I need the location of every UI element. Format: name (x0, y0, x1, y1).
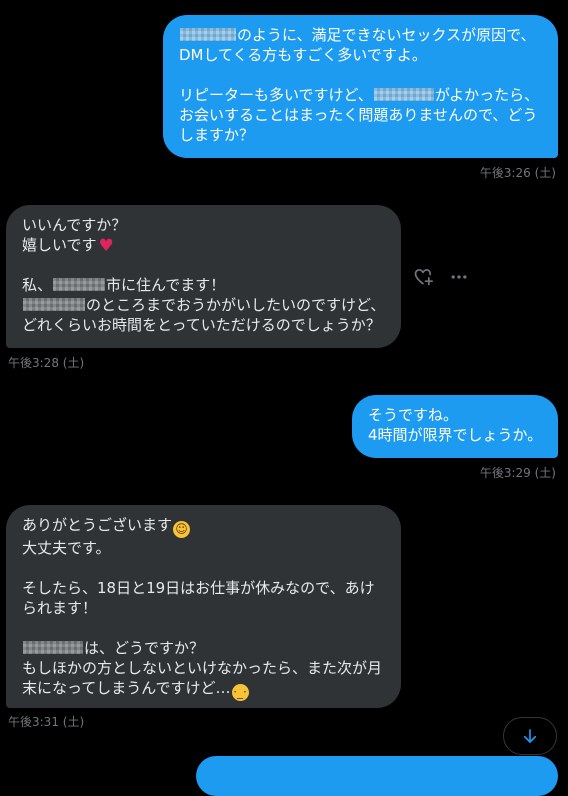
blush-emoji-icon: ☺ (173, 521, 191, 538)
message-line: 嬉しいです ♥ (22, 235, 385, 255)
message-line: ありがとうございます ☺ (22, 515, 385, 538)
message-bubble-sent[interactable]: そうですね。 4時間が限界でしょうか。 (352, 395, 558, 458)
message-text: DMしてくる方もすごく多いですよ。 (179, 46, 427, 64)
message-line: 末になってしまうんですけど… ·_· (22, 678, 385, 701)
heart-plus-icon[interactable] (411, 265, 435, 289)
message-timestamp: 午後3:29 (土) (479, 466, 556, 480)
message-bubble-received[interactable]: ありがとうございます ☺ 大丈夫です。 そしたら、18日と19日はお仕事が休みなので、… (6, 505, 401, 708)
message-text: がよかったら、 (434, 86, 540, 104)
message-text: しますか？ (179, 126, 255, 144)
message-line: しますか？ (179, 125, 542, 145)
message-text: リピーターも多いですけど、 (179, 86, 373, 104)
message-line: のところまでおうかがいしたいのですけど、 (22, 295, 385, 315)
message-line: そうですね。 (368, 405, 542, 425)
message-line: どれくらいお時間をとっていただけるのでしょうか？ (22, 315, 385, 335)
message-line: そしたら、18日と19日はお仕事が休みなので、あけ (22, 578, 385, 598)
message-text: 市に住んでます！ (106, 276, 226, 294)
message-line: られます！ (22, 598, 385, 618)
redacted-text (180, 28, 236, 41)
message-text: お会いすることはまったく問題ありませんので、どう (179, 106, 538, 124)
cry-emoji-icon: ·_· (231, 684, 249, 701)
message-text: は、どうですか？ (84, 639, 205, 657)
message-line: もしほかの方としないといけなかったら、また次が月 (22, 658, 385, 678)
message-line: リピーターも多いですけど、 がよかったら、 (179, 85, 542, 105)
message-line: DMしてくる方もすごく多いですよ。 (179, 45, 542, 65)
message-line: お会いすることはまったく問題ありませんので、どう (179, 105, 542, 125)
message-line (22, 618, 385, 638)
message-line: いいんですか？ (22, 215, 385, 235)
redacted-text (23, 298, 85, 311)
more-icon[interactable] (447, 265, 471, 289)
arrow-down-icon (523, 729, 537, 743)
message-bubble-sent[interactable]: のように、満足できないセックスが原因で、 DMしてくる方もすごく多いですよ。 リピー… (163, 15, 558, 158)
message-bubble-received[interactable]: いいんですか？ 嬉しいです ♥ 私、 市に住んでます！ のところまでおうかがいしたいのです… (6, 205, 401, 348)
message-timestamp: 午後3:31 (土) (8, 715, 85, 729)
message-line: 4時間が限界でしょうか。 (368, 425, 542, 445)
message-text: そしたら、18日と19日はお仕事が休みなので、あけ (22, 579, 375, 597)
message-timestamp: 午後3:26 (土) (479, 166, 556, 180)
message-text: のように、満足できないセックスが原因で、 (237, 26, 536, 44)
message-line (22, 558, 385, 578)
message-text: 末になってしまうんですけど… (22, 679, 231, 697)
message-line: 大丈夫です。 (22, 538, 385, 558)
redacted-text (23, 641, 83, 654)
message-line: は、どうですか？ (22, 638, 385, 658)
redacted-text (53, 278, 106, 291)
redacted-text (373, 88, 434, 101)
message-text: 大丈夫です。 (22, 539, 111, 557)
message-text: そうですね。 (368, 406, 459, 424)
message-bubble-sent-partial[interactable] (196, 756, 558, 796)
message-text: 嬉しいです (22, 236, 97, 254)
message-line (22, 255, 385, 275)
message-text: ありがとうございます (22, 516, 173, 534)
message-timestamp: 午後3:28 (土) (8, 356, 85, 370)
message-text: 私、 (22, 276, 53, 294)
message-line (179, 65, 542, 85)
heart-emoji-icon: ♥ (98, 236, 114, 256)
message-text: のところまでおうかがいしたいのですけど、 (86, 296, 386, 314)
message-line: のように、満足できないセックスが原因で、 (179, 25, 542, 45)
scroll-to-bottom-button[interactable] (503, 717, 557, 755)
message-line: 私、 市に住んでます！ (22, 275, 385, 295)
message-text: いいんですか？ (22, 216, 127, 234)
message-text: られます！ (22, 599, 98, 617)
message-text: もしほかの方としないといけなかったら、また次が月 (22, 659, 383, 677)
message-text: どれくらいお時間をとっていただけるのでしょうか？ (22, 316, 381, 334)
message-text: 4時間が限界でしょうか。 (368, 426, 543, 444)
